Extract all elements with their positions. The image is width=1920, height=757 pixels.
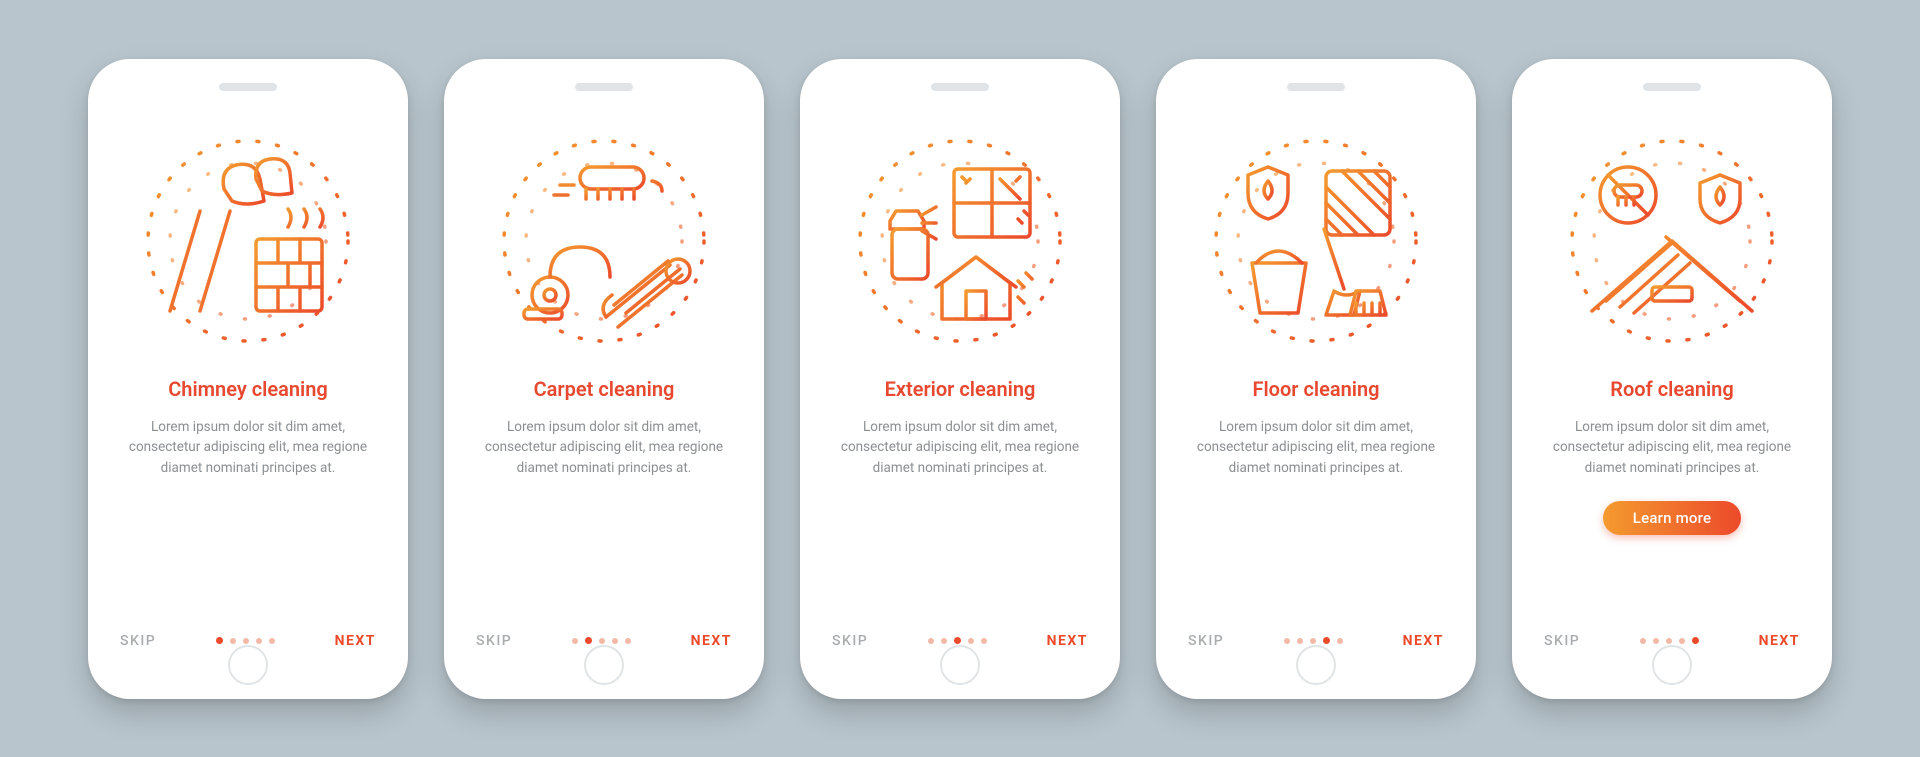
page-dot[interactable] bbox=[968, 638, 974, 644]
page-dot[interactable] bbox=[269, 638, 275, 644]
page-dot[interactable] bbox=[1297, 638, 1303, 644]
screen-body: Lorem ipsum dolor sit dim amet, consecte… bbox=[116, 417, 380, 480]
chimney-cleaning-icon bbox=[138, 131, 358, 351]
skip-button[interactable]: SKIP bbox=[476, 633, 512, 649]
page-dot[interactable] bbox=[230, 638, 236, 644]
page-dot[interactable] bbox=[1640, 638, 1646, 644]
next-button[interactable]: NEXT bbox=[1047, 633, 1088, 649]
skip-button[interactable]: SKIP bbox=[1188, 633, 1224, 649]
page-dot[interactable] bbox=[1666, 638, 1672, 644]
page-dot[interactable] bbox=[1337, 638, 1343, 644]
page-dot[interactable] bbox=[612, 638, 618, 644]
phone-home-button bbox=[940, 645, 980, 685]
page-dot[interactable] bbox=[941, 638, 947, 644]
page-indicator bbox=[572, 637, 631, 644]
page-dot[interactable] bbox=[1284, 638, 1290, 644]
phone-home-button bbox=[1296, 645, 1336, 685]
page-dot[interactable] bbox=[625, 638, 631, 644]
page-dot[interactable] bbox=[928, 638, 934, 644]
screen-title: Floor cleaning bbox=[1184, 377, 1448, 401]
page-dot[interactable] bbox=[1323, 637, 1330, 644]
phone-speaker bbox=[931, 83, 989, 91]
phone-speaker bbox=[575, 83, 633, 91]
floor-cleaning-icon bbox=[1206, 131, 1426, 351]
screen-title: Exterior cleaning bbox=[828, 377, 1092, 401]
learn-more-button[interactable]: Learn more bbox=[1603, 501, 1741, 535]
page-dot[interactable] bbox=[954, 637, 961, 644]
phone-screen: Floor cleaning Lorem ipsum dolor sit dim… bbox=[1156, 59, 1476, 699]
next-button[interactable]: NEXT bbox=[1403, 633, 1444, 649]
carpet-cleaning-icon bbox=[494, 131, 714, 351]
page-indicator bbox=[928, 637, 987, 644]
page-indicator bbox=[1640, 637, 1699, 644]
screen-title: Roof cleaning bbox=[1540, 377, 1804, 401]
screen-body: Lorem ipsum dolor sit dim amet, consecte… bbox=[828, 417, 1092, 480]
page-dot[interactable] bbox=[1692, 637, 1699, 644]
page-dot[interactable] bbox=[243, 638, 249, 644]
phone-screen: Carpet cleaning Lorem ipsum dolor sit di… bbox=[444, 59, 764, 699]
page-dot[interactable] bbox=[572, 638, 578, 644]
onboarding-row: Chimney cleaning Lorem ipsum dolor sit d… bbox=[88, 59, 1832, 699]
screen-body: Lorem ipsum dolor sit dim amet, consecte… bbox=[1540, 417, 1804, 480]
phone-home-button bbox=[1652, 645, 1692, 685]
skip-button[interactable]: SKIP bbox=[1544, 633, 1580, 649]
page-dot[interactable] bbox=[1679, 638, 1685, 644]
screen-body: Lorem ipsum dolor sit dim amet, consecte… bbox=[472, 417, 736, 480]
next-button[interactable]: NEXT bbox=[691, 633, 732, 649]
screen-body: Lorem ipsum dolor sit dim amet, consecte… bbox=[1184, 417, 1448, 480]
phone-screen: Chimney cleaning Lorem ipsum dolor sit d… bbox=[88, 59, 408, 699]
screen-title: Chimney cleaning bbox=[116, 377, 380, 401]
page-dot[interactable] bbox=[599, 638, 605, 644]
skip-button[interactable]: SKIP bbox=[832, 633, 868, 649]
phone-home-button bbox=[584, 645, 624, 685]
page-dot[interactable] bbox=[1310, 638, 1316, 644]
page-dot[interactable] bbox=[256, 638, 262, 644]
phone-speaker bbox=[219, 83, 277, 91]
page-indicator bbox=[216, 637, 275, 644]
phone-speaker bbox=[1643, 83, 1701, 91]
phone-screen: Roof cleaning Lorem ipsum dolor sit dim … bbox=[1512, 59, 1832, 699]
phone-speaker bbox=[1287, 83, 1345, 91]
next-button[interactable]: NEXT bbox=[335, 633, 376, 649]
screen-title: Carpet cleaning bbox=[472, 377, 736, 401]
page-dot[interactable] bbox=[216, 637, 223, 644]
page-dot[interactable] bbox=[981, 638, 987, 644]
page-dot[interactable] bbox=[585, 637, 592, 644]
exterior-cleaning-icon bbox=[850, 131, 1070, 351]
skip-button[interactable]: SKIP bbox=[120, 633, 156, 649]
roof-cleaning-icon bbox=[1562, 131, 1782, 351]
next-button[interactable]: NEXT bbox=[1759, 633, 1800, 649]
phone-screen: Exterior cleaning Lorem ipsum dolor sit … bbox=[800, 59, 1120, 699]
phone-home-button bbox=[228, 645, 268, 685]
page-dot[interactable] bbox=[1653, 638, 1659, 644]
page-indicator bbox=[1284, 637, 1343, 644]
